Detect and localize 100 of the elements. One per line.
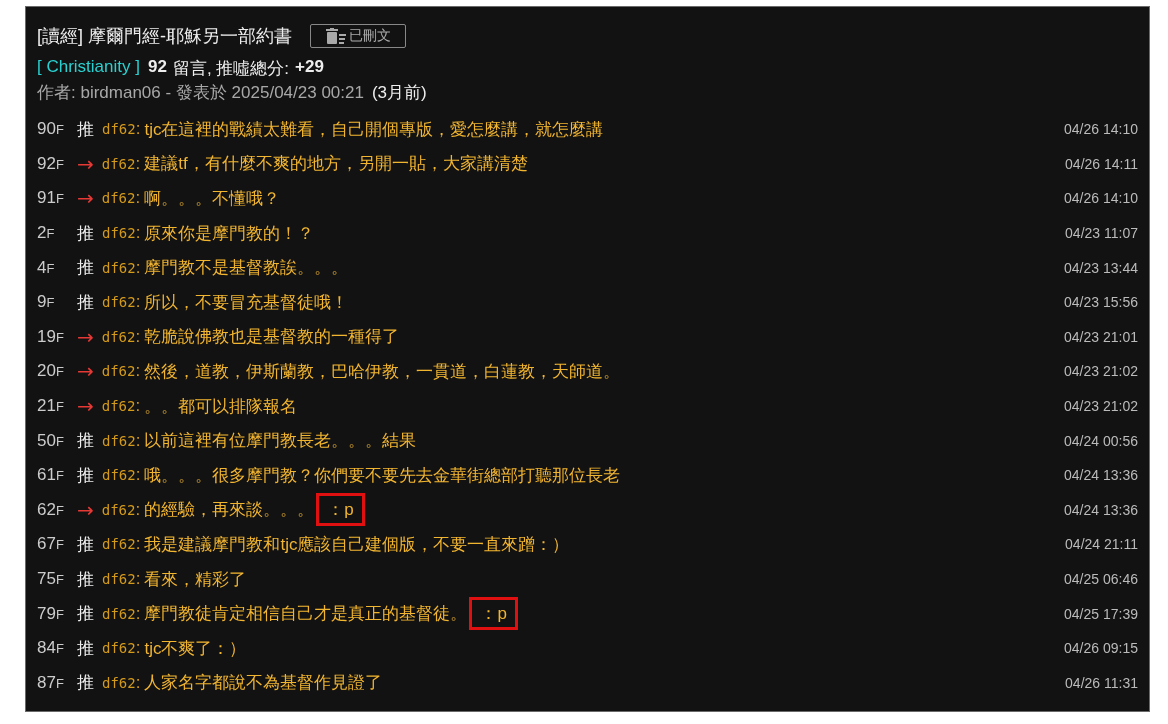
comment-time: 04/25 06:46	[1064, 571, 1138, 587]
comment-time: 04/24 21:11	[1065, 536, 1138, 553]
deleted-button[interactable]: 已刪文	[310, 24, 406, 48]
comment-text: 原來你是摩門教的！？	[144, 222, 315, 245]
user-id[interactable]: df62	[102, 467, 136, 484]
board-link[interactable]: [ Christianity ]	[37, 57, 140, 77]
user-id[interactable]: df62	[101, 190, 136, 207]
user-id[interactable]: df62	[102, 294, 136, 311]
colon: :	[135, 396, 141, 417]
comment-time: 04/26 14:11	[1065, 155, 1138, 172]
colon: :	[135, 153, 141, 174]
highlighted-text: ：p	[469, 597, 518, 631]
comment-time: 04/26 09:15	[1064, 640, 1138, 657]
comment-time: 04/23 11:07	[1065, 225, 1138, 242]
comment-text: 然後，道教，伊斯蘭教，巴哈伊教，一貫道，白蓮教，天師道。	[144, 360, 621, 383]
floor-number: 21F	[37, 396, 65, 417]
highlighted-text: ：p	[316, 493, 365, 527]
colon: :	[135, 465, 141, 486]
floor-number: 2F	[37, 223, 56, 244]
comment-text: 看來，精彩了	[144, 568, 247, 591]
floor-number: 91F	[37, 188, 65, 209]
comment-time: 04/23 21:02	[1064, 363, 1138, 380]
push-tag: 推	[77, 221, 94, 245]
user-id[interactable]: df62	[101, 398, 136, 415]
floor-number: 84F	[37, 638, 65, 659]
comment-time: 04/24 00:56	[1064, 432, 1138, 449]
user-id[interactable]: df62	[101, 155, 136, 172]
floor-number: 92F	[37, 153, 65, 174]
colon: :	[135, 292, 141, 313]
colon: :	[135, 499, 141, 520]
floor-number: 87F	[37, 672, 65, 693]
comment-time: 04/26 14:10	[1064, 190, 1138, 207]
arrow-tag: →	[77, 497, 94, 522]
arrow-tag: →	[77, 186, 94, 211]
comment-text: 摩門教不是基督教誒。。。	[144, 257, 349, 280]
author-line: 作者: birdman06 - 發表於 2025/04/23 00:21	[37, 82, 364, 104]
user-id[interactable]: df62	[102, 259, 136, 276]
floor-number: 19F	[37, 326, 65, 347]
comment-label: 留言, 推噓總分:	[172, 58, 290, 80]
push-tag: 推	[77, 117, 94, 141]
floor-number: 4F	[37, 257, 56, 278]
comment-time: 04/24 13:36	[1064, 501, 1138, 518]
comment-time: 04/25 17:39	[1064, 605, 1138, 622]
arrow-tag: →	[77, 324, 94, 349]
push-tag: 推	[77, 671, 94, 695]
push-tag: 推	[77, 567, 94, 591]
floor-number: 75F	[37, 569, 65, 589]
comment-text: 人家名字都說不為基督作見證了	[144, 672, 383, 695]
user-id[interactable]: df62	[102, 640, 136, 657]
user-id[interactable]: df62	[102, 571, 136, 587]
comment-text: 我是建議摩門教和tjc應該自己建個版，不要一直來蹭：）	[144, 533, 570, 556]
arrow-tag: →	[77, 151, 94, 176]
push-tag: 推	[77, 636, 94, 660]
user-id[interactable]: df62	[101, 363, 136, 380]
push-tag: 推	[77, 256, 94, 280]
user-id[interactable]: df62	[101, 328, 136, 345]
comment-count: 92	[148, 57, 167, 78]
comment-time: 04/23 15:56	[1064, 294, 1138, 311]
push-tag: 推	[77, 429, 94, 453]
floor-number: 67F	[37, 534, 65, 555]
user-id[interactable]: df62	[101, 501, 136, 518]
comment-text: 以前這裡有位摩門教長老。。。結果	[144, 430, 417, 453]
comment-text: 的經驗，再來談。。。	[144, 499, 315, 522]
post-age: (3月前)	[371, 82, 427, 104]
colon: :	[135, 430, 141, 451]
floor-number: 50F	[37, 430, 65, 451]
user-id[interactable]: df62	[102, 536, 136, 553]
comment-text: 摩門教徒肯定相信自己才是真正的基督徒。	[144, 603, 468, 626]
floor-number: 90F	[37, 119, 65, 140]
user-id[interactable]: df62	[102, 121, 136, 138]
floor-number: 79F	[37, 603, 65, 624]
comment-text: tjc不爽了：）	[144, 637, 247, 660]
colon: :	[135, 223, 141, 244]
comment-time: 04/26 11:31	[1065, 674, 1138, 691]
comment-text: tjc在這裡的戰績太難看，自己開個專版，愛怎麼講，就怎麼講	[144, 118, 604, 141]
post-title: [讀經] 摩爾門經-耶穌另一部約書	[37, 25, 292, 48]
arrow-tag: →	[77, 359, 94, 384]
colon: :	[135, 361, 141, 382]
colon: :	[135, 188, 141, 209]
user-id[interactable]: df62	[102, 432, 136, 449]
comment-text: 啊。。。不懂哦？	[144, 188, 281, 210]
colon: :	[135, 257, 141, 278]
user-id[interactable]: df62	[102, 674, 136, 691]
floor-number: 62F	[37, 499, 65, 520]
colon: :	[135, 326, 141, 347]
trash-icon	[325, 28, 347, 44]
score: +29	[295, 57, 324, 78]
floor-number: 20F	[37, 361, 65, 382]
comment-text: 乾脆說佛教也是基督教的一種得了	[144, 326, 400, 349]
user-id[interactable]: df62	[102, 225, 136, 242]
comment-time: 04/23 21:01	[1064, 328, 1138, 345]
comment-text: 建議tf，有什麼不爽的地方，另開一貼，大家講清楚	[144, 153, 528, 176]
colon: :	[135, 119, 141, 140]
user-id[interactable]: df62	[102, 605, 136, 622]
push-tag: 推	[77, 602, 94, 626]
comment-text: 哦。。。很多摩門教？你們要不要先去金華街總部打聽那位長老	[144, 464, 621, 487]
colon: :	[135, 534, 141, 555]
arrow-tag: →	[77, 394, 94, 419]
comment-time: 04/23 21:02	[1064, 398, 1138, 415]
push-tag: 推	[77, 290, 94, 314]
